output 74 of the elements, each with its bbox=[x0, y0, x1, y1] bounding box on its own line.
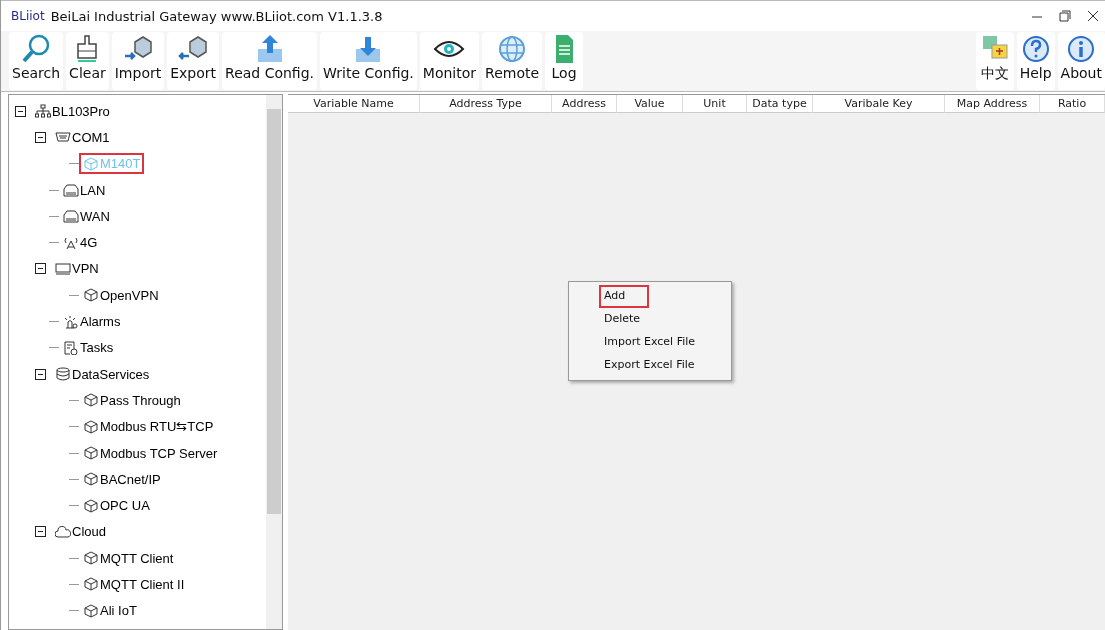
tree-item[interactable]: VPN bbox=[51, 258, 103, 280]
column-header[interactable]: Unit bbox=[683, 95, 747, 113]
network-icon bbox=[35, 104, 51, 119]
column-header[interactable]: Data type bbox=[747, 95, 813, 113]
cloud-icon bbox=[55, 524, 71, 539]
tree-item[interactable]: Modbus RTU⇆TCP bbox=[79, 416, 218, 438]
cube-icon bbox=[83, 393, 99, 408]
collapse-icon[interactable] bbox=[35, 263, 46, 275]
column-header[interactable]: Value bbox=[617, 95, 683, 113]
toolbar-button[interactable]: 中文 bbox=[975, 32, 1014, 90]
collapse-icon[interactable] bbox=[35, 368, 46, 380]
tree-item[interactable]: OpenVPN bbox=[79, 284, 163, 306]
tree-item[interactable]: LAN bbox=[59, 179, 110, 201]
tree-item[interactable]: DataServices bbox=[51, 363, 154, 385]
ethernet-port-icon bbox=[63, 209, 79, 224]
toolbar-button[interactable]: Help bbox=[1016, 32, 1055, 90]
cube-icon bbox=[83, 156, 99, 171]
cube-icon bbox=[83, 288, 99, 303]
menu-item[interactable]: Add bbox=[599, 285, 650, 308]
vpn-icon bbox=[55, 261, 71, 276]
alarm-icon bbox=[63, 314, 79, 329]
toolbar-button[interactable]: Search bbox=[9, 32, 64, 90]
tree-item[interactable]: MQTT Client II bbox=[79, 574, 189, 595]
column-header[interactable]: Map Address bbox=[945, 95, 1040, 113]
close-icon[interactable] bbox=[1087, 10, 1099, 22]
tree-item[interactable]: Tasks bbox=[59, 337, 118, 359]
tree-item[interactable]: BL103Pro bbox=[31, 100, 114, 122]
tree-item[interactable]: MQTT Client bbox=[79, 547, 178, 569]
serial-port-icon bbox=[55, 130, 71, 145]
tree-item[interactable]: Pass Through bbox=[79, 389, 185, 411]
toolbar-button[interactable]: About bbox=[1057, 32, 1105, 90]
tree-item[interactable]: COM1 bbox=[51, 126, 114, 148]
toolbar-button[interactable]: Export bbox=[167, 32, 220, 90]
column-header[interactable]: Ratio bbox=[1040, 95, 1105, 113]
toolbar-button[interactable]: Monitor bbox=[419, 32, 480, 90]
toolbar-button[interactable]: Import bbox=[111, 32, 165, 90]
toolbar-button[interactable]: Read Config. bbox=[222, 32, 318, 90]
cube-icon bbox=[83, 472, 99, 487]
ethernet-port-icon bbox=[63, 183, 79, 198]
app-logo: BLiiot bbox=[11, 9, 45, 23]
toolbar-button[interactable]: Log bbox=[545, 32, 584, 90]
antenna-icon bbox=[63, 235, 79, 250]
window-title: BeiLai Industrial Gateway www.BLiiot.com V1.1.3.8 bbox=[50, 8, 383, 24]
column-header[interactable]: Address Type bbox=[420, 95, 552, 113]
toolbar-button[interactable]: Remote bbox=[482, 32, 543, 90]
tree-item[interactable]: Cloud bbox=[51, 521, 110, 543]
tree-item[interactable]: BACnet/IP bbox=[79, 468, 165, 490]
toolbar-button[interactable]: Clear bbox=[66, 32, 109, 90]
collapse-icon[interactable] bbox=[15, 105, 26, 117]
tree-item[interactable]: Modbus TCP Server bbox=[79, 442, 222, 464]
tree-item[interactable]: Ali IoT bbox=[79, 600, 141, 622]
database-icon bbox=[55, 367, 71, 382]
cube-icon bbox=[83, 419, 99, 434]
cube-icon bbox=[83, 498, 99, 513]
restore-icon[interactable] bbox=[1059, 10, 1071, 22]
scrollbar[interactable] bbox=[266, 95, 282, 629]
tree-item[interactable]: OPC UA bbox=[79, 495, 154, 517]
collapse-icon[interactable] bbox=[35, 131, 46, 143]
tree-item[interactable]: WAN bbox=[59, 205, 114, 227]
cube-icon bbox=[83, 577, 99, 592]
tree-item[interactable]: Alarms bbox=[59, 311, 125, 332]
column-header[interactable]: Variable Name bbox=[288, 95, 420, 113]
clock-list-icon bbox=[63, 340, 79, 355]
collapse-icon[interactable] bbox=[35, 526, 46, 538]
toolbar-button[interactable]: Write Config. bbox=[320, 32, 417, 90]
cube-icon bbox=[83, 603, 99, 618]
column-header[interactable]: Address bbox=[552, 95, 617, 113]
menu-item[interactable]: Delete bbox=[599, 308, 665, 331]
cube-icon bbox=[83, 446, 99, 460]
menu-item[interactable]: Export Excel File bbox=[599, 354, 719, 377]
menu-item[interactable]: Import Excel File bbox=[599, 331, 720, 354]
cube-icon bbox=[83, 551, 99, 566]
column-header[interactable]: Varibale Key bbox=[813, 95, 945, 113]
tree-item[interactable]: 4G bbox=[59, 232, 102, 254]
